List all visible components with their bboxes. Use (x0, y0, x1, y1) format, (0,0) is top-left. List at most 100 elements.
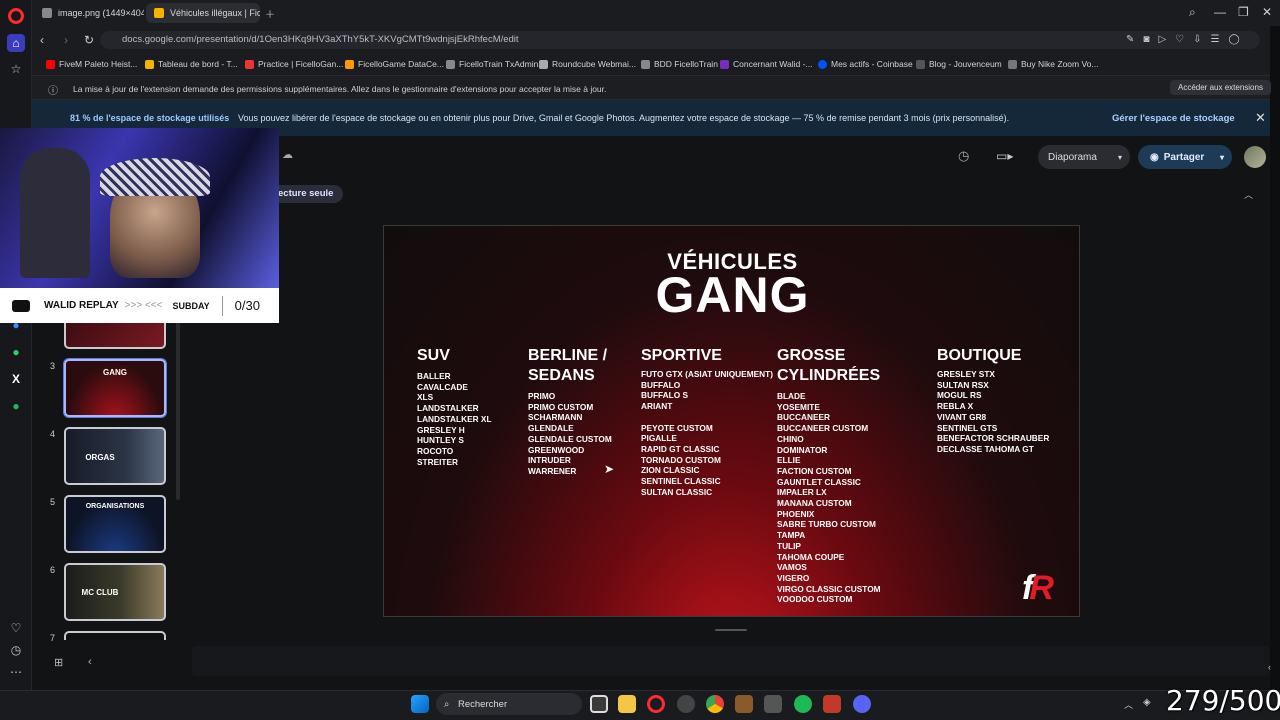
bookmark-item[interactable]: BDD FicelloTrain (641, 59, 718, 69)
whatsapp-icon[interactable]: ● (7, 343, 25, 361)
chevron-down-icon[interactable]: ▾ (1220, 153, 1224, 162)
bookmark-item[interactable]: FiveM Paleto Heist... (46, 59, 137, 69)
thumbnail-number: 3 (50, 361, 56, 371)
app-icon[interactable] (764, 695, 782, 713)
opera-logo-icon[interactable] (8, 8, 24, 24)
vehicle-item: Declasse Tahoma GT (937, 443, 1034, 454)
reload-icon[interactable]: ↻ (84, 33, 94, 47)
manage-storage-link[interactable]: Gérer l'espace de stockage (1112, 113, 1235, 124)
url-field[interactable]: docs.google.com/presentation/d/1Oen3HKq9… (100, 31, 1260, 49)
bookmark-item[interactable]: Buy Nike Zoom Vo... (1008, 59, 1098, 69)
share-button[interactable]: ◉ Partager ▾ (1138, 145, 1232, 169)
vehicle-item: Futo GTX (ASIAT UNIQUEMENT) (641, 369, 773, 379)
camera-icon[interactable]: ◙ (1143, 34, 1158, 45)
spotify-icon[interactable]: ● (7, 397, 25, 415)
app-icon[interactable] (677, 695, 695, 713)
slide-thumbnail[interactable]: ORGANISATIONS (64, 495, 166, 553)
tab-image[interactable]: image.png (1449×404) (34, 3, 144, 23)
thumbnail-number: 7 (50, 633, 56, 643)
cloud-saved-icon: ☁ (282, 149, 293, 161)
maximize-icon[interactable]: ❐ (1238, 5, 1249, 19)
edit-icon[interactable]: ✎ (1126, 34, 1143, 45)
vehicle-item: Tampa (777, 530, 806, 541)
mouse-cursor-icon: ➤ (604, 462, 615, 476)
windows-start-icon[interactable] (411, 695, 429, 713)
storage-notice-text: Vous pouvez libérer de l'espace de stock… (238, 113, 1010, 123)
spotify-taskbar-icon[interactable] (794, 695, 812, 713)
back-icon[interactable]: ‹ (40, 33, 44, 47)
task-view-icon[interactable] (590, 695, 608, 713)
streamer-cap (100, 158, 210, 196)
history-icon[interactable]: ◷ (958, 148, 969, 164)
app-icon[interactable] (735, 695, 753, 713)
vehicle-item: Landstalker XL (417, 413, 492, 424)
slide-thumbnail[interactable]: GANG (64, 359, 166, 417)
column-grosse: GROSSE CYLINDRÉES Blade Yosemite Buccaneer… (777, 346, 897, 605)
tab-slides[interactable]: Véhicules illégaux | Ficello (146, 3, 260, 23)
bookmark-item[interactable]: Blog - Jouvenceum (916, 59, 1002, 69)
opera-taskbar-icon[interactable] (647, 695, 665, 713)
vehicle-item: Rebla X (937, 401, 974, 412)
slide-thumbnail[interactable]: MC CLUB (64, 563, 166, 621)
discord-icon[interactable] (853, 695, 871, 713)
vehicle-item: Glendale (528, 423, 574, 434)
slide-thumbnail[interactable]: ORGAS (64, 427, 166, 485)
app-icon[interactable] (823, 695, 841, 713)
subday-label: SUBDAY (172, 300, 210, 311)
close-icon[interactable]: ✕ (1262, 5, 1272, 19)
grid-view-icon[interactable]: ⊞ (54, 656, 63, 669)
collapse-filmstrip-icon[interactable]: ‹ (88, 656, 92, 668)
new-tab-icon[interactable]: ＋ (265, 6, 275, 21)
windows-taskbar (0, 690, 1280, 720)
column-boutique: BOUTIQUE Gresley STX Sultan RSX Mogul RS Re… (937, 346, 1067, 455)
search-tabs-icon[interactable]: ⌕ (1189, 5, 1196, 20)
forward-icon[interactable]: › (64, 33, 68, 47)
webcam-overlay (0, 128, 279, 288)
minimize-icon[interactable]: — (1214, 5, 1226, 19)
steam-tray-icon[interactable]: ◈ (1143, 697, 1151, 708)
bookmark-item[interactable]: Tableau de bord - T... (145, 59, 238, 69)
star-icon[interactable]: ☆ (7, 60, 25, 78)
bookmark-item[interactable]: Roundcube Webmai... (539, 59, 636, 69)
filmstrip-scrollbar[interactable] (176, 300, 180, 500)
profile-icon[interactable]: ◯ (1228, 34, 1248, 45)
play-icon[interactable]: ▷ (1158, 34, 1175, 45)
file-explorer-icon[interactable] (618, 695, 636, 713)
vehicle-item: Voodoo Custom (777, 594, 853, 605)
bookmark-item[interactable]: FicelloGame DataCe... (345, 59, 444, 69)
vehicle-item: Sultan Classic (641, 486, 713, 497)
slideshow-button[interactable]: Diaporama ▾ (1038, 145, 1130, 169)
collapse-icon[interactable]: ︿ (1244, 188, 1253, 201)
resize-handle[interactable] (715, 629, 747, 631)
tab-label: image.png (1449×404) (58, 8, 144, 18)
site-icon (916, 59, 925, 69)
meet-icon[interactable]: ▭▸ (996, 149, 1013, 163)
x-twitter-icon[interactable]: X (7, 370, 25, 388)
vehicle-item (641, 412, 771, 423)
bookmark-item[interactable]: Mes actifs - Coinbase (818, 59, 913, 69)
heart-icon[interactable]: ♡ (1175, 34, 1193, 45)
more-icon[interactable]: ⋯ (7, 663, 25, 681)
speaker-notes[interactable] (192, 646, 1270, 676)
extensions-button[interactable]: Accéder aux extensions (1170, 80, 1271, 95)
history-icon[interactable]: ◷ (7, 641, 25, 659)
vehicle-item: Zion Classic (641, 465, 700, 476)
bookmark-item[interactable]: Practice | FicelloGan... (245, 59, 343, 69)
heart-icon[interactable]: ♡ (7, 619, 25, 637)
avatar[interactable] (1244, 146, 1266, 168)
chrome-icon[interactable] (706, 695, 724, 713)
close-notice-icon[interactable]: ✕ (1255, 110, 1266, 126)
side-panel-toggle-icon[interactable]: ‹ (1268, 662, 1271, 672)
menu-icon[interactable]: ☰ (1211, 34, 1229, 45)
bookmark-item[interactable]: Concernant Walid -... (720, 59, 813, 69)
column-heading: BOUTIQUE (937, 347, 1022, 364)
taskbar-search[interactable]: ⌕ Rechercher (436, 693, 582, 715)
search-icon: ⌕ (444, 698, 450, 710)
bookmark-item[interactable]: FicelloTrain TxAdmin (446, 59, 538, 69)
chevron-down-icon[interactable]: ▾ (1118, 153, 1122, 162)
vehicle-item: Vivant GR8 (937, 411, 987, 422)
home-icon[interactable]: ⌂ (7, 34, 25, 52)
tray-chevron-icon[interactable]: ︿ (1124, 698, 1133, 711)
slide-thumbnail[interactable] (64, 631, 166, 640)
download-icon[interactable]: ⇩ (1193, 34, 1210, 45)
